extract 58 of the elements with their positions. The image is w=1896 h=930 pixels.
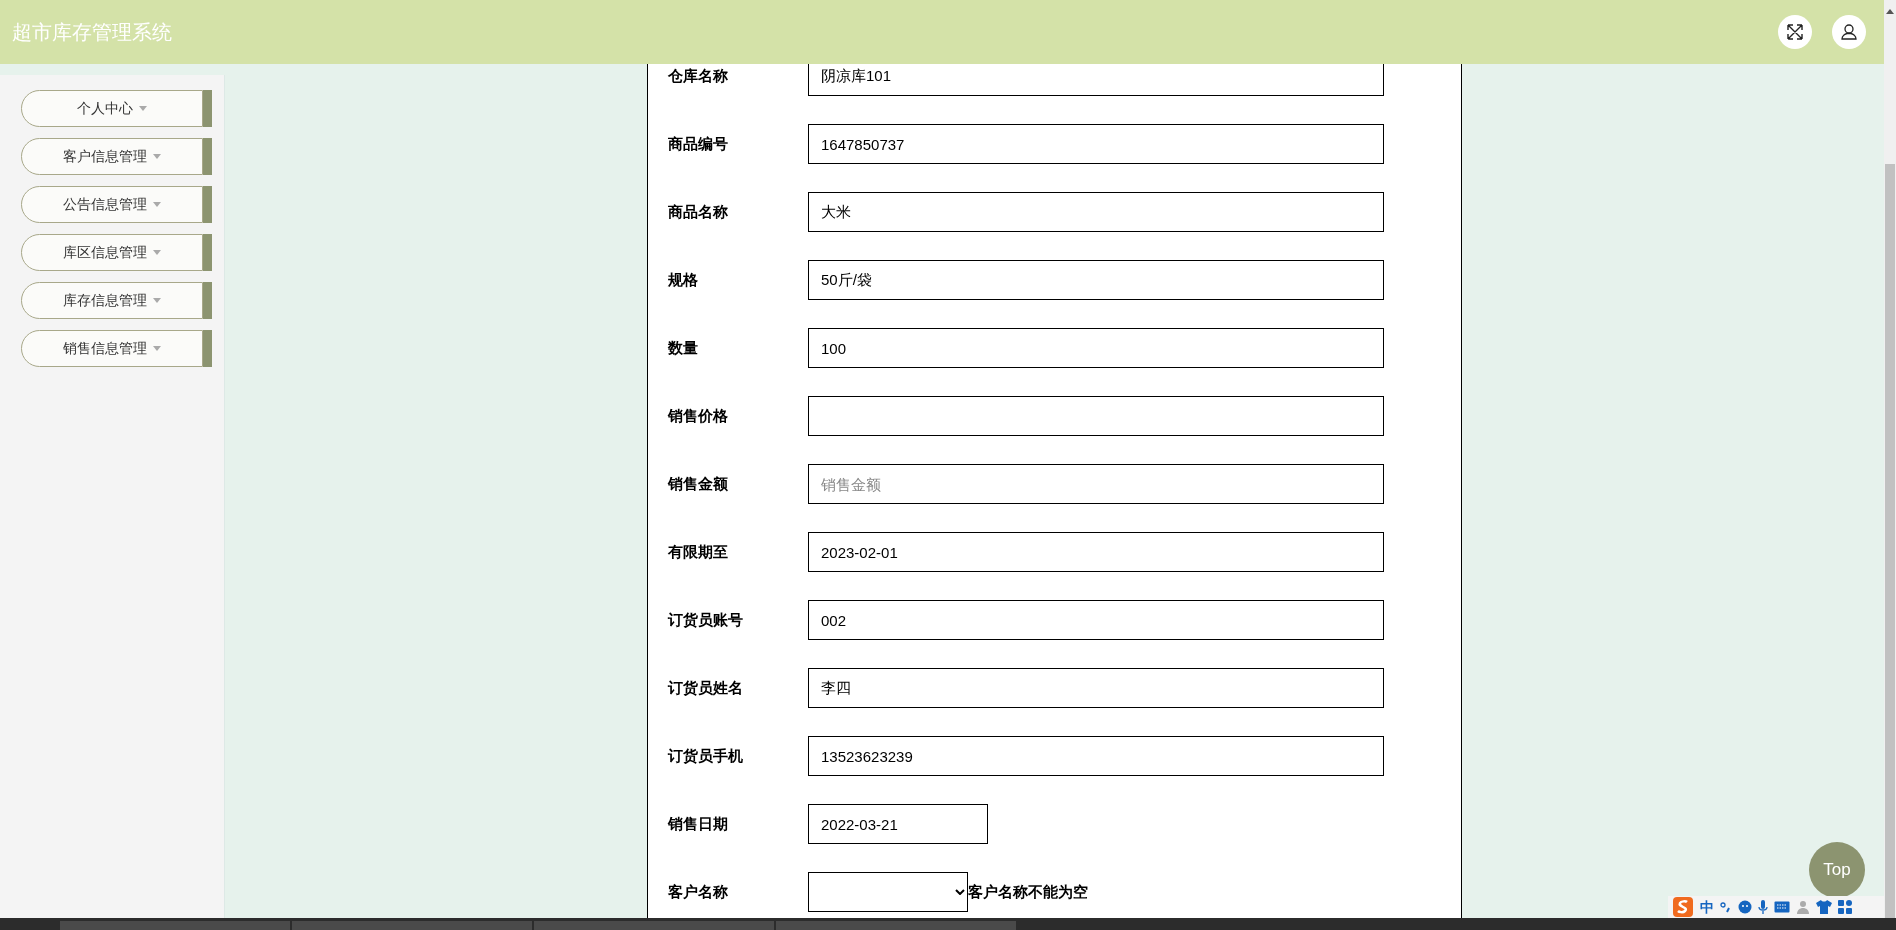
input-field[interactable]: 002 <box>808 600 1384 640</box>
field-label: 销售日期 <box>668 813 729 834</box>
app-title: 超市库存管理系统 <box>12 20 172 45</box>
date-field[interactable]: 2022-03-21 <box>808 804 988 844</box>
caret-icon <box>153 154 161 159</box>
input-field[interactable]: 13523623239 <box>808 736 1384 776</box>
shirt-icon[interactable] <box>1816 900 1832 914</box>
error-message: 客户名称不能为空 <box>968 881 1088 902</box>
select-field[interactable] <box>808 872 968 912</box>
input-field[interactable]: 李四 <box>808 668 1384 708</box>
caret-icon <box>153 346 161 351</box>
caret-icon <box>153 250 161 255</box>
input-field[interactable]: 100 <box>808 328 1384 368</box>
caret-icon <box>139 106 147 111</box>
grid-icon[interactable] <box>1838 900 1852 914</box>
field-label: 商品编号 <box>668 133 729 154</box>
sidebar-menu-button[interactable]: 销售信息管理 <box>21 330 203 367</box>
input-field[interactable]: 大米 <box>808 192 1384 232</box>
field-label: 销售价格 <box>668 405 729 426</box>
sidebar-menu-button[interactable]: 个人中心 <box>21 90 203 127</box>
field-label: 数量 <box>668 337 699 358</box>
sidebar-menu-button[interactable]: 公告信息管理 <box>21 186 203 223</box>
caret-icon <box>153 298 161 303</box>
field-label: 规格 <box>668 269 699 290</box>
input-field[interactable]: 阴凉库101 <box>808 64 1384 96</box>
user-icon[interactable] <box>1832 15 1866 49</box>
field-label: 订货员手机 <box>668 745 744 766</box>
chevron-icon <box>955 889 965 895</box>
button-accent-bar <box>203 90 212 127</box>
field-label: 订货员姓名 <box>668 677 744 698</box>
input-field[interactable]: 2023-02-01 <box>808 532 1384 572</box>
field-label: 商品名称 <box>668 201 729 222</box>
button-accent-bar <box>203 330 212 367</box>
field-label: 仓库名称 <box>668 65 729 86</box>
emoji-icon[interactable] <box>1738 900 1752 914</box>
ime-toolbar[interactable]: 中 <box>1668 896 1884 918</box>
scroll-up-icon[interactable] <box>1886 8 1894 14</box>
button-accent-bar <box>203 138 212 175</box>
field-label: 客户名称 <box>668 881 729 902</box>
input-field[interactable]: 1647850737 <box>808 124 1384 164</box>
punctuation-icon[interactable] <box>1720 900 1732 914</box>
button-accent-bar <box>203 282 212 319</box>
field-label: 订货员账号 <box>668 609 744 630</box>
field-label: 有限期至 <box>668 541 729 562</box>
microphone-icon[interactable] <box>1758 899 1768 915</box>
sidebar-menu-button[interactable]: 客户信息管理 <box>21 138 203 175</box>
field-label: 销售金额 <box>668 473 729 494</box>
fullscreen-icon[interactable] <box>1778 15 1812 49</box>
button-accent-bar <box>203 186 212 223</box>
ime-mode[interactable]: 中 <box>1700 896 1714 918</box>
input-field[interactable]: 销售金额 <box>808 464 1384 504</box>
caret-icon <box>153 202 161 207</box>
input-field[interactable]: 50斤/袋 <box>808 260 1384 300</box>
button-accent-bar <box>203 234 212 271</box>
sidebar-menu-button[interactable]: 库区信息管理 <box>21 234 203 271</box>
keyboard-icon[interactable] <box>1774 901 1790 913</box>
sidebar-menu-button[interactable]: 库存信息管理 <box>21 282 203 319</box>
ime-logo-icon[interactable] <box>1672 896 1694 918</box>
